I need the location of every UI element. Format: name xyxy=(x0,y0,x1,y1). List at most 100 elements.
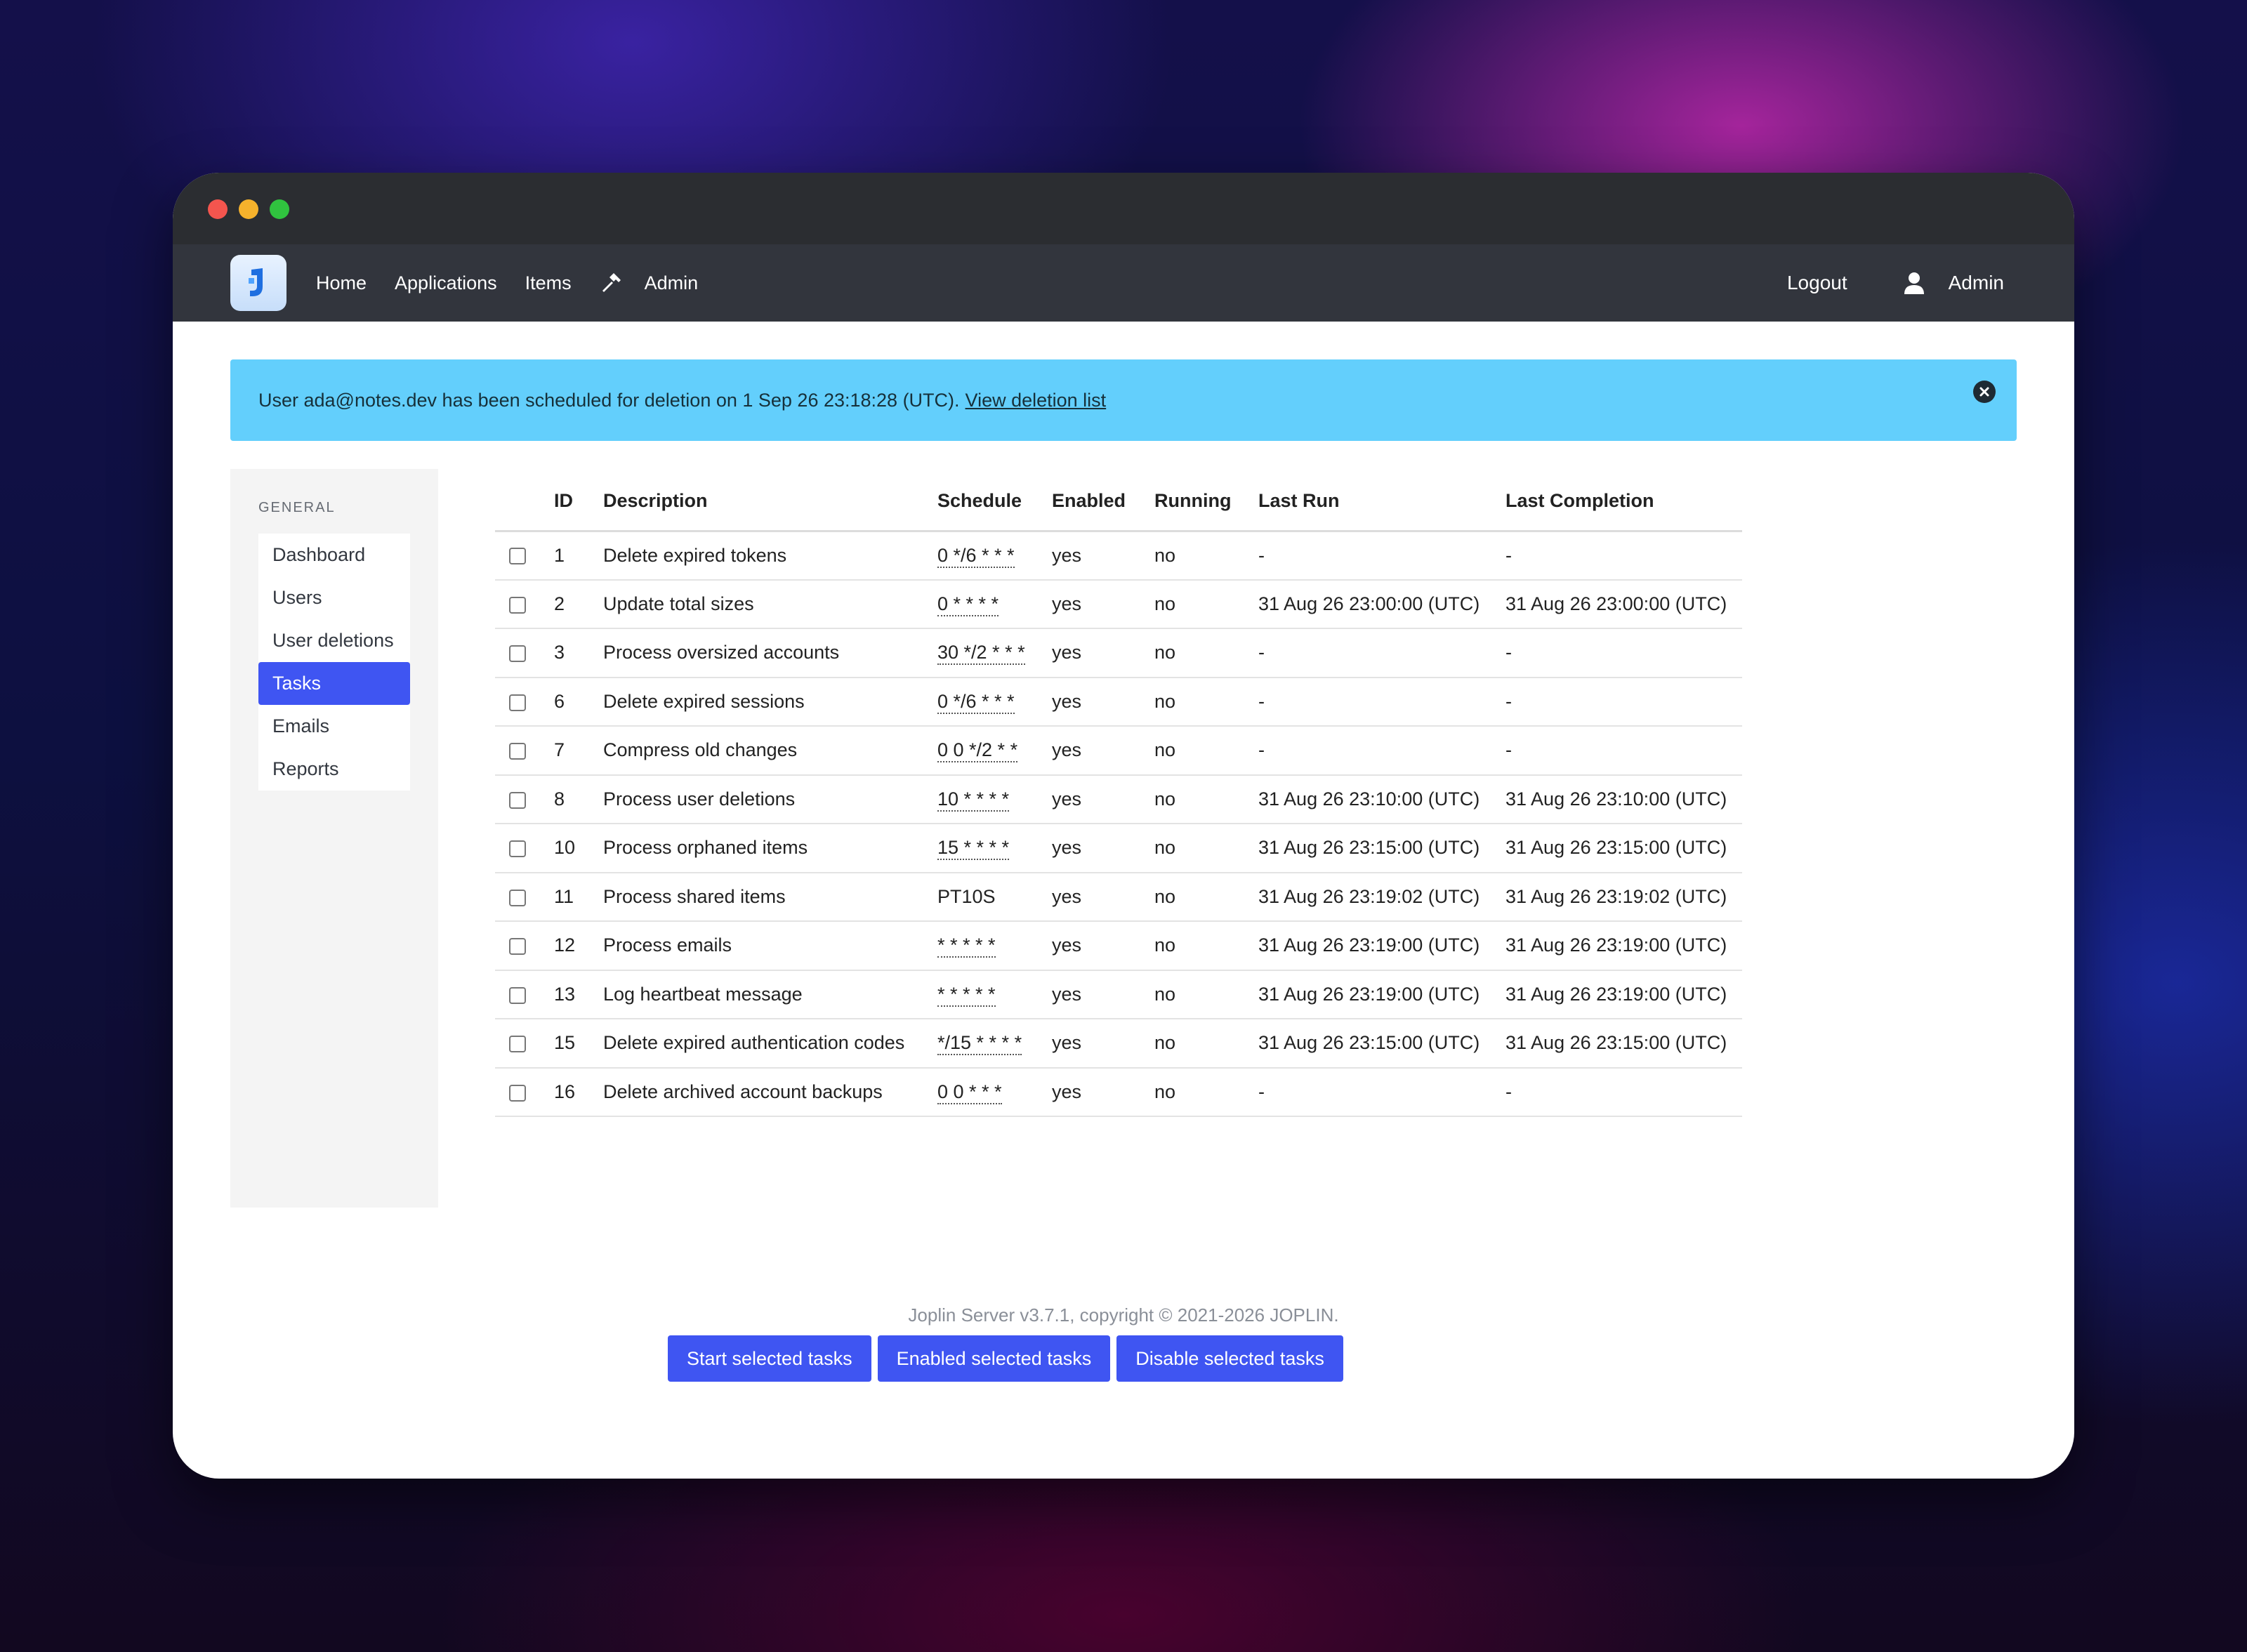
cell-description: Update total sizes xyxy=(603,579,937,629)
start-selected-tasks-button[interactable]: Start selected tasks xyxy=(668,1335,871,1382)
window-titlebar xyxy=(173,173,2074,244)
header-enabled[interactable]: Enabled xyxy=(1052,472,1154,532)
sidebar-item-user-deletions[interactable]: User deletions xyxy=(258,619,410,662)
table-row: 11 Process shared items PT10S yes no 31 Aug 2… xyxy=(495,872,1742,922)
cell-last-run: 31 Aug 26 23:15:00 (UTC) xyxy=(1258,1019,1505,1069)
header-running[interactable]: Running xyxy=(1154,472,1258,532)
table-row: 13 Log heartbeat message * * * * * yes no 31 … xyxy=(495,970,1742,1019)
row-checkbox[interactable] xyxy=(509,791,526,809)
row-checkbox-cell xyxy=(495,970,554,1019)
cell-last-completion: 31 Aug 26 23:19:02 (UTC) xyxy=(1505,872,1742,922)
row-checkbox[interactable] xyxy=(509,840,526,858)
cell-last-run: 31 Aug 26 23:00:00 (UTC) xyxy=(1258,579,1505,629)
cell-description: Delete archived account backups xyxy=(603,1067,937,1117)
cell-enabled: yes xyxy=(1052,628,1154,678)
sidebar-item-tasks[interactable]: Tasks xyxy=(258,662,410,705)
header-schedule[interactable]: Schedule xyxy=(937,472,1052,532)
cell-last-completion: 31 Aug 26 23:00:00 (UTC) xyxy=(1505,579,1742,629)
cell-schedule: */15 * * * * xyxy=(937,1019,1052,1069)
row-checkbox[interactable] xyxy=(509,938,526,956)
cell-last-run: 31 Aug 26 23:19:00 (UTC) xyxy=(1258,921,1505,971)
maximize-window-button[interactable] xyxy=(270,199,289,219)
row-checkbox[interactable] xyxy=(509,694,526,711)
cell-id: 3 xyxy=(554,628,603,678)
row-checkbox[interactable] xyxy=(509,645,526,663)
row-checkbox[interactable] xyxy=(509,743,526,760)
minimize-window-button[interactable] xyxy=(239,199,258,219)
cell-description: Delete expired sessions xyxy=(603,677,937,727)
enable-selected-tasks-button[interactable]: Enabled selected tasks xyxy=(877,1335,1111,1382)
cell-running: no xyxy=(1154,628,1258,678)
cell-last-completion: - xyxy=(1505,726,1742,776)
cell-id: 11 xyxy=(554,872,603,922)
sidebar-item-emails[interactable]: Emails xyxy=(258,705,410,748)
cell-running: no xyxy=(1154,824,1258,873)
joplin-logo-icon[interactable] xyxy=(230,255,286,311)
page-footer: Joplin Server v3.7.1, copyright © 2021-2… xyxy=(908,1304,1339,1326)
schedule-value: 0 0 */2 * * xyxy=(937,739,1018,763)
table-row: 3 Process oversized accounts 30 */2 * * * y… xyxy=(495,628,1742,678)
cell-last-completion: - xyxy=(1505,628,1742,678)
cell-last-run: 31 Aug 26 23:19:02 (UTC) xyxy=(1258,872,1505,922)
cell-last-completion: 31 Aug 26 23:15:00 (UTC) xyxy=(1505,1019,1742,1069)
nav-right-group: Logout Admin xyxy=(1787,244,2004,322)
row-checkbox[interactable] xyxy=(509,1036,526,1053)
view-deletion-list-link[interactable]: View deletion list xyxy=(966,390,1107,411)
cell-id: 10 xyxy=(554,824,603,873)
cell-enabled: yes xyxy=(1052,921,1154,971)
deletion-alert: User ada@notes.dev has been scheduled fo… xyxy=(230,359,2017,441)
row-checkbox-cell xyxy=(495,921,554,971)
sidebar-item-reports[interactable]: Reports xyxy=(258,748,410,791)
close-circle-icon[interactable] xyxy=(1973,381,1996,403)
row-checkbox-cell xyxy=(495,1019,554,1069)
cell-enabled: yes xyxy=(1052,531,1154,581)
cell-last-completion: 31 Aug 26 23:19:00 (UTC) xyxy=(1505,921,1742,971)
row-checkbox[interactable] xyxy=(509,548,526,565)
nav-items[interactable]: Items xyxy=(525,272,572,294)
cell-last-completion: 31 Aug 26 23:15:00 (UTC) xyxy=(1505,824,1742,873)
row-checkbox[interactable] xyxy=(509,596,526,614)
cell-last-run: - xyxy=(1258,677,1505,727)
schedule-value: 0 */6 * * * xyxy=(937,544,1015,568)
sidebar-item-dashboard[interactable]: Dashboard xyxy=(258,534,410,576)
row-checkbox[interactable] xyxy=(509,986,526,1004)
admin-sidebar: GENERAL Dashboard Users User deletions T… xyxy=(230,469,438,1208)
nav-home[interactable]: Home xyxy=(316,272,367,294)
row-checkbox-cell xyxy=(495,872,554,922)
disable-selected-tasks-button[interactable]: Disable selected tasks xyxy=(1116,1335,1343,1382)
nav-applications[interactable]: Applications xyxy=(395,272,497,294)
cell-description: Process oversized accounts xyxy=(603,628,937,678)
cell-description: Delete expired tokens xyxy=(603,531,937,581)
cell-id: 7 xyxy=(554,726,603,776)
user-menu-admin[interactable]: Admin xyxy=(1949,272,2004,294)
cell-description: Log heartbeat message xyxy=(603,970,937,1019)
cell-last-run: - xyxy=(1258,726,1505,776)
cell-schedule: * * * * * xyxy=(937,921,1052,971)
cell-last-completion: - xyxy=(1505,531,1742,581)
header-last-run[interactable]: Last Run xyxy=(1258,472,1505,532)
table-row: 16 Delete archived account backups 0 0 * *… xyxy=(495,1067,1742,1117)
header-id[interactable]: ID xyxy=(554,472,603,532)
cell-last-run: 31 Aug 26 23:10:00 (UTC) xyxy=(1258,774,1505,824)
sidebar-item-users[interactable]: Users xyxy=(258,576,410,619)
schedule-value: * * * * * xyxy=(937,934,996,958)
row-checkbox-cell xyxy=(495,726,554,776)
schedule-value: 0 0 * * * xyxy=(937,1081,1002,1104)
header-last-completion[interactable]: Last Completion xyxy=(1505,472,1742,532)
cell-enabled: yes xyxy=(1052,726,1154,776)
logout-link[interactable]: Logout xyxy=(1787,272,1847,294)
cell-schedule: 15 * * * * xyxy=(937,824,1052,873)
nav-admin[interactable]: Admin xyxy=(645,272,699,294)
row-checkbox[interactable] xyxy=(509,1084,526,1102)
schedule-value: 0 * * * * xyxy=(937,593,999,616)
header-description[interactable]: Description xyxy=(603,472,937,532)
cell-enabled: yes xyxy=(1052,1067,1154,1117)
cell-description: Process emails xyxy=(603,921,937,971)
cell-id: 2 xyxy=(554,579,603,629)
cell-schedule: 30 */2 * * * xyxy=(937,628,1052,678)
cell-description: Process shared items xyxy=(603,872,937,922)
close-window-button[interactable] xyxy=(208,199,228,219)
cell-id: 1 xyxy=(554,531,603,581)
schedule-value: 0 */6 * * * xyxy=(937,690,1015,714)
row-checkbox[interactable] xyxy=(509,889,526,906)
